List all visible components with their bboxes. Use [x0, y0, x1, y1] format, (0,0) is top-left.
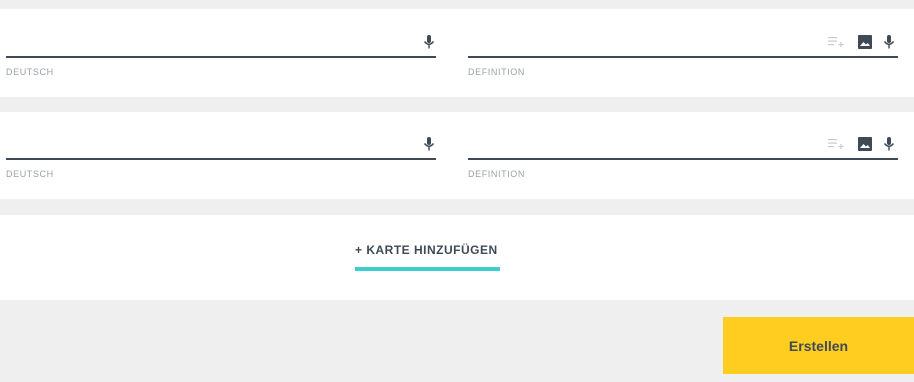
image-icon[interactable] [858, 137, 872, 151]
footer-bar: Erstellen [0, 300, 914, 382]
microphone-icon[interactable] [882, 136, 896, 152]
card-divider [0, 97, 914, 113]
card-row-2: DEUTSCH DEFINITION [0, 112, 914, 198]
microphone-icon[interactable] [882, 34, 896, 50]
term-field[interactable]: DEUTSCH [6, 10, 436, 96]
term-input-underline[interactable] [6, 158, 436, 160]
create-set-page: DEUTSCH DEFINITION DEUTSCH DEFINITION + … [0, 0, 914, 382]
top-separator [0, 0, 914, 9]
card-divider [0, 199, 914, 215]
definition-field[interactable]: DEFINITION [468, 10, 898, 96]
term-language-label: DEUTSCH [6, 67, 54, 77]
definition-input-underline[interactable] [468, 56, 898, 58]
definition-field[interactable]: DEFINITION [468, 112, 898, 198]
add-card-underline [355, 267, 500, 271]
microphone-icon[interactable] [422, 136, 436, 152]
definition-label: DEFINITION [468, 169, 525, 179]
term-field[interactable]: DEUTSCH [6, 112, 436, 198]
list-add-icon[interactable] [828, 36, 844, 48]
add-card-label[interactable]: + KARTE HINZUFÜGEN [355, 243, 498, 257]
microphone-icon[interactable] [422, 34, 436, 50]
list-add-icon[interactable] [828, 138, 844, 150]
definition-input-underline[interactable] [468, 158, 898, 160]
card-row-1: DEUTSCH DEFINITION [0, 10, 914, 96]
create-button[interactable]: Erstellen [723, 317, 914, 374]
add-card-button[interactable]: + KARTE HINZUFÜGEN [355, 243, 500, 273]
definition-label: DEFINITION [468, 67, 525, 77]
term-input-underline[interactable] [6, 56, 436, 58]
term-language-label: DEUTSCH [6, 169, 54, 179]
image-icon[interactable] [858, 35, 872, 49]
